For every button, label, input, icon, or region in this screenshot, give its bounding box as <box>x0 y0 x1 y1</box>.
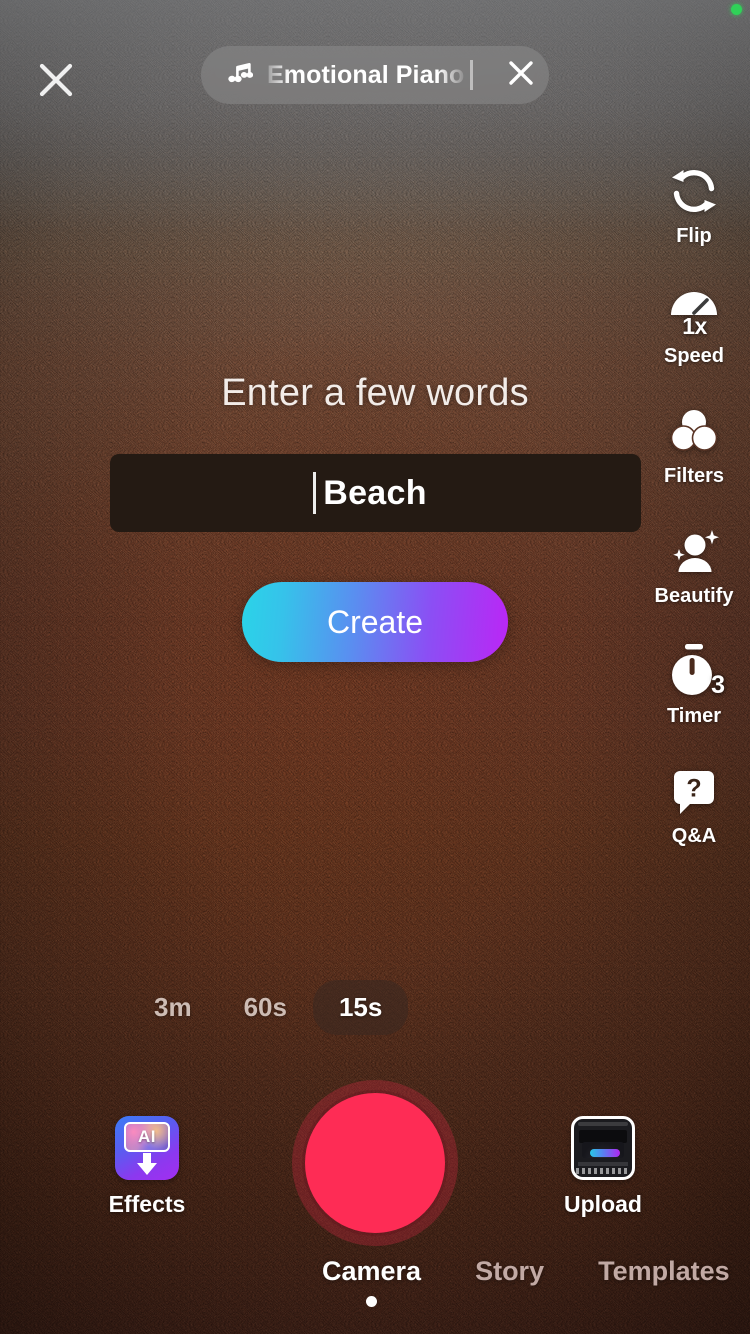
tool-label-speed: Speed <box>663 345 725 367</box>
upload-label: Upload <box>564 1191 642 1217</box>
close-camera-button[interactable] <box>30 54 82 106</box>
nav-item-story[interactable]: Story <box>475 1248 544 1287</box>
thumb-row <box>578 1162 628 1166</box>
svg-text:?: ? <box>686 775 701 803</box>
speed-value: 1x <box>682 313 707 339</box>
flip-camera-icon <box>666 160 722 222</box>
prompt-input-value: Beach <box>323 473 427 512</box>
record-button-core <box>305 1093 445 1233</box>
download-arrow-icon <box>134 1153 160 1180</box>
thumb-topbar <box>578 1122 628 1126</box>
tool-label-timer: Timer <box>666 705 722 727</box>
duration-option-3m[interactable]: 3m <box>128 980 218 1035</box>
duration-selector: 3m 60s 15s <box>0 980 750 1035</box>
music-note-icon <box>223 58 254 93</box>
timer-value: 3 <box>711 671 725 699</box>
music-track-pill[interactable]: Emotional Piano <box>201 46 549 104</box>
camera-active-indicator <box>731 4 742 15</box>
thumb-filmstrip <box>576 1168 630 1174</box>
create-button[interactable]: Create <box>242 582 508 662</box>
question-bubble-icon: ? <box>667 760 721 822</box>
tool-label-qa: Q&A <box>671 825 717 847</box>
nav-label-story: Story <box>475 1256 545 1286</box>
ai-prompt-panel: Enter a few words Beach Create <box>0 372 750 662</box>
music-title-marquee: Emotional Piano <box>267 46 468 104</box>
speedometer-icon: 1x <box>666 280 722 342</box>
prompt-heading: Enter a few words <box>221 372 529 414</box>
nav-item-camera[interactable]: Camera <box>322 1248 421 1307</box>
record-button[interactable] <box>292 1080 458 1246</box>
top-bar: Emotional Piano <box>0 46 750 122</box>
ai-badge-text: AI <box>138 1127 156 1146</box>
active-mode-indicator <box>366 1296 378 1307</box>
duration-option-15s[interactable]: 15s <box>312 980 409 1035</box>
text-caret <box>312 472 316 514</box>
tool-label-flip: Flip <box>676 225 712 247</box>
ai-effects-icon: AI <box>115 1116 179 1180</box>
thumb-gradient-pill <box>590 1149 620 1157</box>
nav-label-templates: Templates <box>598 1256 730 1286</box>
camera-screen: Emotional Piano Flip 1x Speed Filters Be… <box>0 0 750 1334</box>
remove-music-button[interactable] <box>493 46 549 104</box>
ai-badge: AI <box>124 1122 170 1152</box>
effects-button[interactable]: AI Effects <box>77 1116 217 1218</box>
prompt-input[interactable]: Beach <box>109 454 641 532</box>
nav-item-templates[interactable]: Templates <box>598 1248 730 1287</box>
close-icon <box>37 61 75 99</box>
upload-button[interactable]: Upload <box>533 1116 673 1218</box>
gallery-thumbnail-icon <box>571 1116 635 1180</box>
music-pill-divider <box>470 60 473 90</box>
capture-controls: AI Effects Upload <box>0 1068 750 1248</box>
tool-qa[interactable]: ? Q&A <box>638 760 750 880</box>
music-track-title: Emotional Piano <box>267 60 465 89</box>
duration-option-60s[interactable]: 60s <box>218 980 313 1035</box>
nav-label-camera: Camera <box>322 1256 422 1286</box>
effects-label: Effects <box>108 1191 186 1217</box>
mode-nav: Camera Story Templates <box>0 1248 750 1334</box>
close-icon <box>506 58 536 93</box>
tool-flip[interactable]: Flip <box>638 160 750 280</box>
